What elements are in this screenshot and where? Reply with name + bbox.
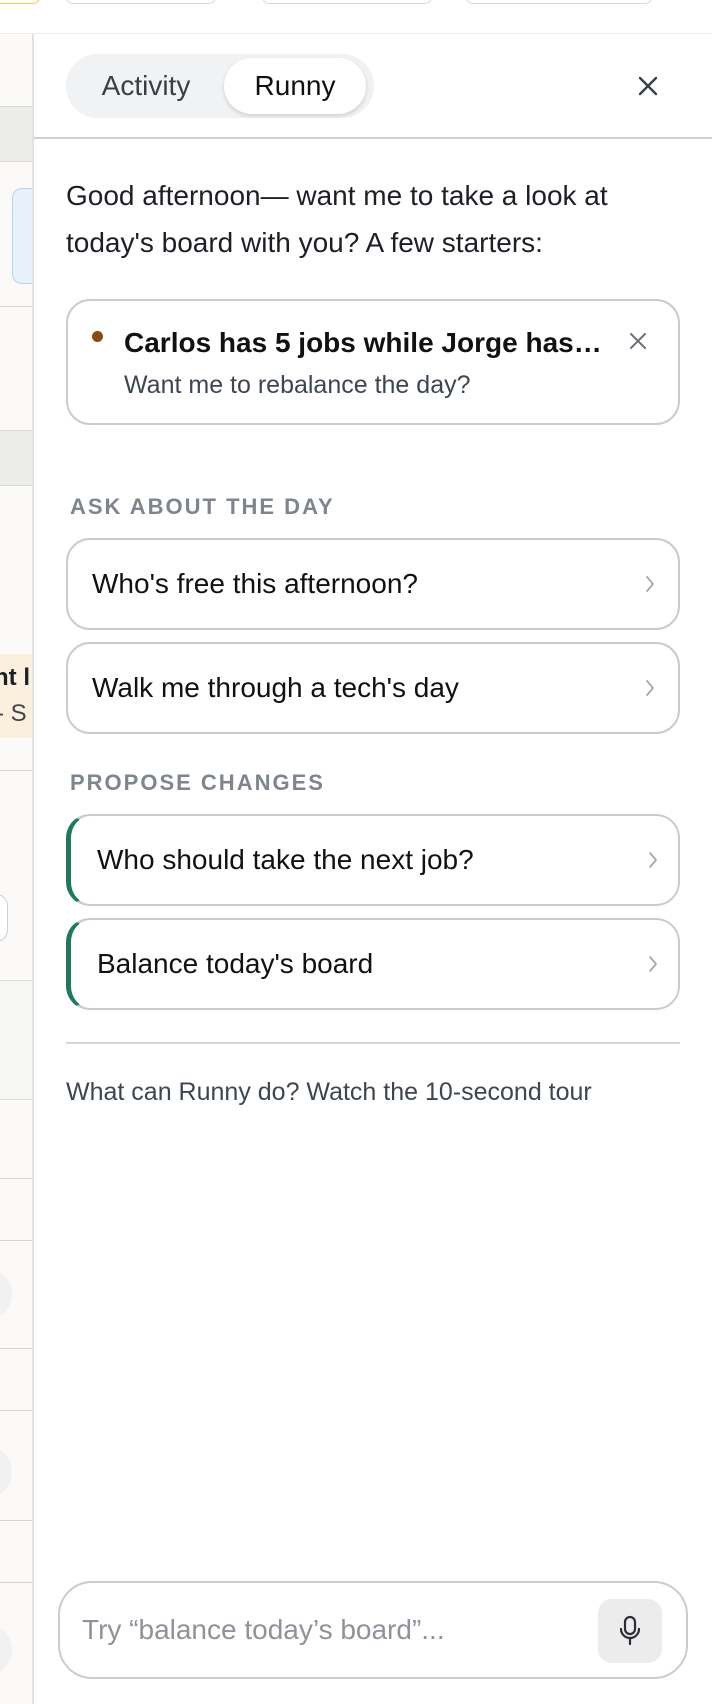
background-divider (0, 1520, 32, 1521)
tab-runny[interactable]: Runny (224, 58, 366, 114)
background-pill (466, 0, 652, 4)
microphone-icon (619, 1615, 641, 1646)
suggestion-label: Who's free this afternoon? (92, 568, 418, 599)
background-job-card: nt l - S (0, 654, 32, 738)
background-row-band (0, 106, 32, 162)
proposal-label: Balance today's board (97, 948, 374, 979)
tab-activity[interactable]: Activity (74, 58, 218, 114)
background-chip (12, 188, 32, 284)
rebalance-alert-card[interactable]: Carlos has 5 jobs while Jorge has only 1… (66, 299, 680, 425)
background-divider (0, 1410, 32, 1411)
background-schedule-board: nt l - S (0, 34, 34, 1704)
proposal-label: Who should take the next job? (97, 844, 474, 875)
chevron-right-icon (646, 576, 654, 592)
background-divider (0, 1582, 32, 1583)
background-pill (66, 0, 216, 4)
background-job-subtitle: - S (0, 700, 27, 727)
section-label-propose: PROPOSE CHANGES (70, 770, 325, 795)
assistant-panel: Activity Runny Good afternoon— want me t… (34, 34, 712, 1704)
background-row-band (0, 430, 32, 486)
background-control (0, 894, 8, 942)
close-icon (638, 76, 658, 96)
alert-dot-icon (92, 331, 103, 342)
background-top-bar (0, 0, 712, 34)
background-divider (0, 1240, 32, 1241)
background-row-band (0, 980, 32, 1100)
tab-switcher: Activity Runny (66, 54, 374, 118)
alert-title: Carlos has 5 jobs while Jorge has only 1 (124, 327, 604, 358)
close-icon (630, 333, 646, 349)
background-pill (0, 0, 40, 4)
background-avatar (0, 1446, 12, 1498)
suggestion-label: Walk me through a tech's day (92, 672, 459, 703)
suggestion-button[interactable]: Walk me through a tech's day (66, 642, 680, 734)
tour-link[interactable]: What can Runny do? Watch the 10-second t… (66, 1078, 592, 1107)
chevron-right-icon (646, 680, 654, 696)
background-avatar (0, 1268, 12, 1320)
dismiss-alert-button[interactable] (626, 329, 650, 353)
panel-header: Activity Runny (34, 34, 712, 139)
background-avatar (0, 1624, 12, 1676)
background-divider (0, 1178, 32, 1179)
assistant-greeting: Good afternoon— want me to take a look a… (66, 180, 608, 258)
chevron-right-icon (649, 852, 657, 868)
suggestion-button[interactable]: Who's free this afternoon? (66, 538, 680, 630)
chevron-right-icon (649, 956, 657, 972)
background-divider (0, 306, 32, 307)
message-composer (58, 1581, 688, 1679)
proposal-button[interactable]: Who should take the next job? (66, 814, 680, 906)
close-panel-button[interactable] (634, 72, 662, 100)
background-divider (0, 770, 32, 771)
voice-input-button[interactable] (598, 1599, 662, 1663)
section-label-ask: ASK ABOUT THE DAY (70, 494, 335, 519)
message-input[interactable] (82, 1597, 582, 1663)
background-job-title: nt l (0, 664, 30, 691)
background-pill (262, 0, 432, 4)
section-divider (66, 1042, 680, 1044)
background-divider (0, 1348, 32, 1349)
app-root: nt l - S Activity Runny (0, 0, 712, 1704)
alert-subtitle: Want me to rebalance the day? (124, 371, 471, 399)
proposal-button[interactable]: Balance today's board (66, 918, 680, 1010)
